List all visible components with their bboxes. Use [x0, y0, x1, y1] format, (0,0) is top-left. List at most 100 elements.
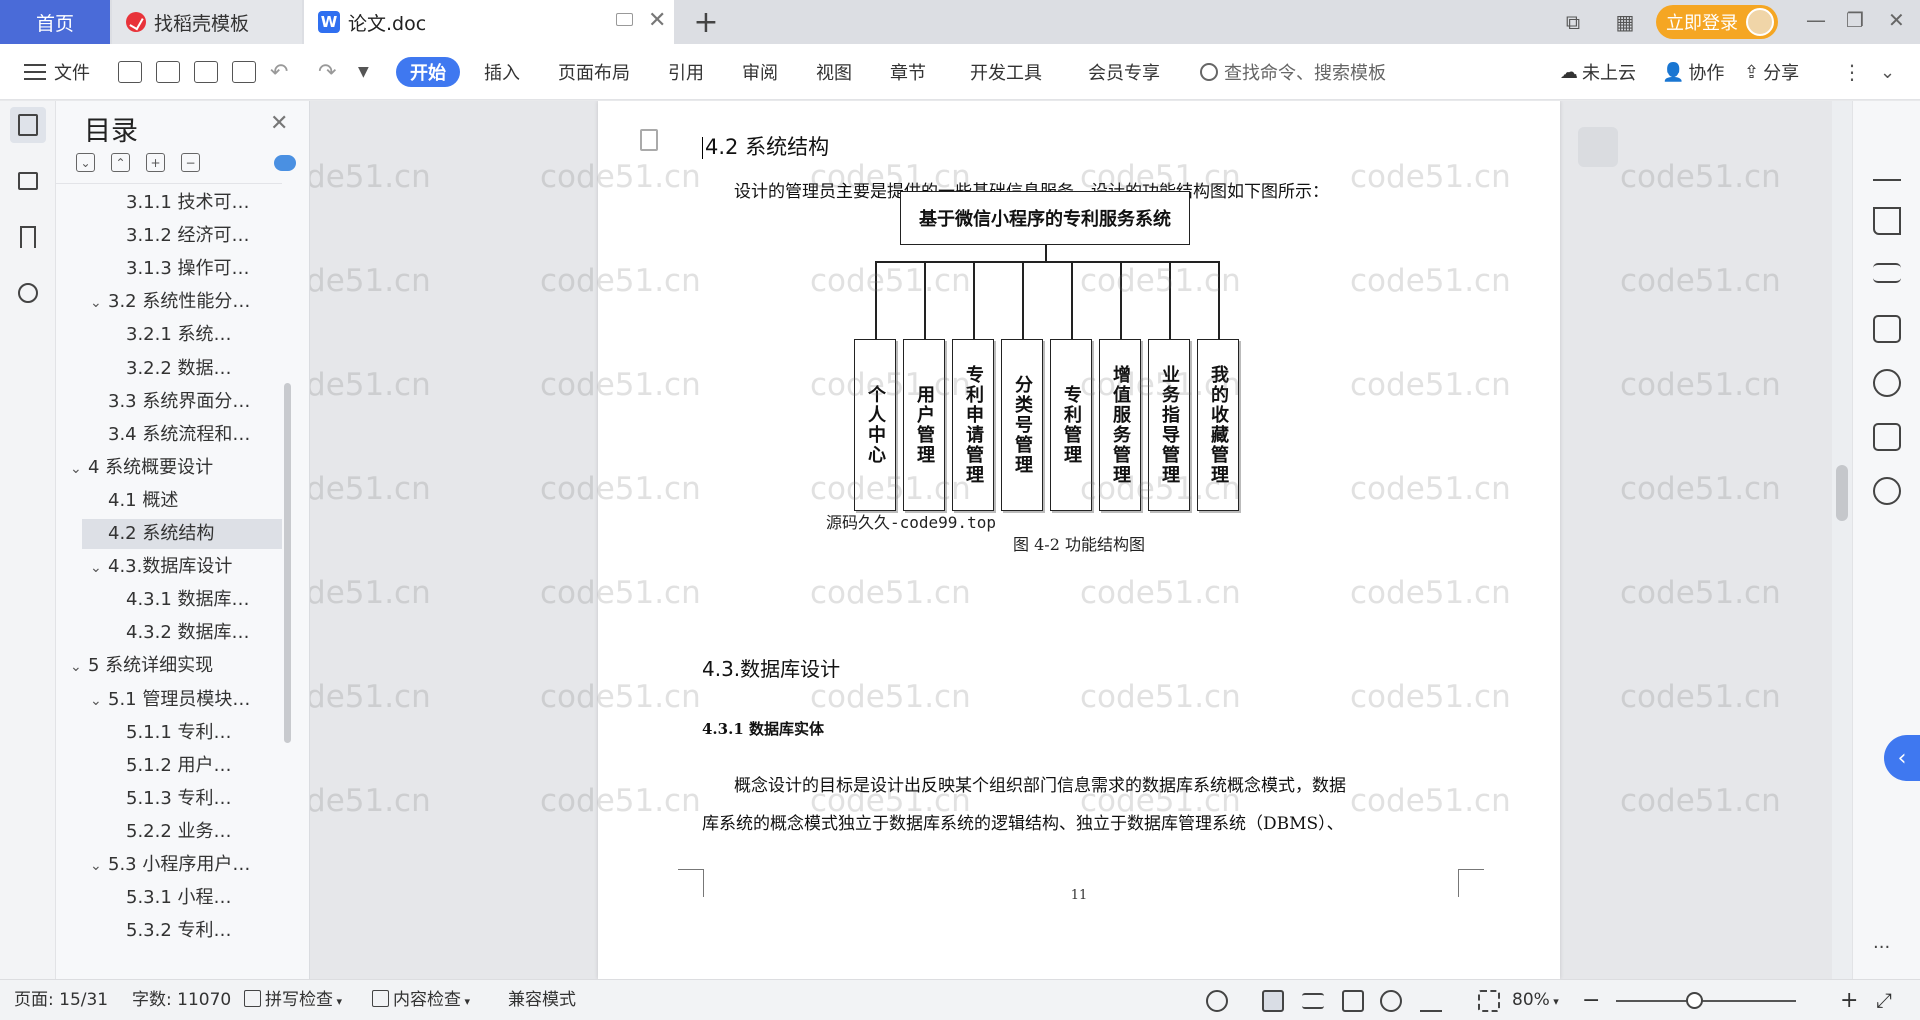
tab-docer-templates[interactable]: 找稻壳模板: [112, 0, 302, 44]
print-button[interactable]: [194, 44, 218, 100]
tab-document[interactable]: W 论文.doc ✕: [304, 0, 674, 44]
ai-assistant-icon[interactable]: [1873, 369, 1901, 397]
print-preview-button[interactable]: [232, 44, 256, 100]
tab-references[interactable]: 引用: [668, 44, 704, 100]
toc-item[interactable]: 5.1.2 用户…: [56, 751, 282, 781]
tab-home[interactable]: 首页: [0, 0, 110, 44]
more-tools-icon[interactable]: ···: [1873, 937, 1890, 958]
zoom-slider[interactable]: [1616, 1000, 1796, 1002]
toc-item[interactable]: 5.3.1 小程…: [56, 883, 282, 913]
heading-4-3[interactable]: 4.3.数据库设计: [702, 653, 840, 682]
add-heading-icon[interactable]: +: [146, 153, 165, 172]
document-page[interactable]: 4.2 系统结构 设计的管理员主要是提供的一些基础信息服务。设计的功能结构图如下…: [598, 101, 1560, 979]
apps-grid-icon[interactable]: ▦: [1608, 9, 1642, 35]
smart-tools-icon[interactable]: [1873, 315, 1901, 343]
toc-item[interactable]: ⌄ 5 系统详细实现: [56, 651, 282, 681]
redo-button[interactable]: ↷: [318, 44, 336, 100]
close-window-icon[interactable]: ✕: [1888, 8, 1905, 32]
toc-item[interactable]: 4.1 概述: [56, 486, 282, 516]
spell-check-button[interactable]: 拼写检查 ▾: [244, 980, 342, 1020]
zoom-out-button[interactable]: −: [1582, 980, 1600, 1020]
tab-chapter[interactable]: 章节: [890, 44, 926, 100]
tab-developer[interactable]: 开发工具: [970, 44, 1042, 100]
tab-view[interactable]: 视图: [816, 44, 852, 100]
chevron-down-icon[interactable]: ⌄: [90, 686, 108, 715]
outline-view-icon[interactable]: [1302, 993, 1324, 1009]
collapse-all-icon[interactable]: ⌃: [111, 153, 130, 172]
export-button[interactable]: [156, 44, 180, 100]
tab-member[interactable]: 会员专享: [1088, 44, 1160, 100]
select-cursor-icon[interactable]: [1873, 207, 1901, 235]
scrollbar-thumb[interactable]: [1836, 465, 1848, 521]
chevron-down-icon[interactable]: ⌄: [90, 553, 108, 582]
expand-all-icon[interactable]: ⌄: [76, 153, 95, 172]
login-button[interactable]: 立即登录: [1656, 5, 1778, 39]
toc-item[interactable]: 3.4 系统流程和…: [56, 420, 282, 450]
toc-item[interactable]: 3.1.1 技术可…: [56, 188, 282, 218]
tab-review[interactable]: 审阅: [742, 44, 778, 100]
toc-item[interactable]: ⌄ 5.3 小程序用户…: [56, 850, 282, 880]
page-view-icon[interactable]: [1262, 990, 1284, 1012]
cloud-status-button[interactable]: ☁ 未上云: [1560, 44, 1636, 100]
eye-protection-icon[interactable]: [1206, 990, 1228, 1012]
body-paragraph-line-2[interactable]: 库系统的概念模式独立于数据库系统的逻辑结构、独立于数据库管理系统（DBMS）、: [702, 809, 1344, 834]
heading-4-2[interactable]: 4.2 系统结构: [702, 131, 829, 161]
collapse-ribbon-icon[interactable]: ⌄: [1880, 44, 1895, 100]
quick-access-dropdown-icon[interactable]: ▼: [358, 44, 369, 100]
bookmark-button[interactable]: [10, 219, 46, 255]
close-toc-icon[interactable]: ✕: [270, 111, 288, 136]
content-check-button[interactable]: 内容检查 ▾: [372, 980, 470, 1020]
toc-item[interactable]: 3.1.2 经济可…: [56, 221, 282, 251]
word-count[interactable]: 字数: 11070: [132, 980, 231, 1020]
restore-icon[interactable]: ❐: [1846, 8, 1864, 32]
close-tab-icon[interactable]: ✕: [648, 8, 666, 33]
tab-home-ribbon[interactable]: 开始: [396, 57, 460, 87]
chevron-down-icon[interactable]: ⌄: [90, 288, 108, 317]
toc-item[interactable]: 4.3.1 数据库…: [56, 585, 282, 615]
minimize-icon[interactable]: —: [1806, 8, 1826, 32]
fit-page-icon[interactable]: [1478, 990, 1500, 1012]
toc-scrollbar[interactable]: [284, 383, 291, 743]
toc-item[interactable]: 3.3 系统界面分…: [56, 387, 282, 417]
read-view-icon[interactable]: [1342, 990, 1364, 1012]
page-indicator[interactable]: 页面: 15/31: [14, 980, 108, 1020]
toc-item[interactable]: 5.3.2 专利…: [56, 916, 282, 946]
toc-item[interactable]: ⌄ 4.3.数据库设计: [56, 552, 282, 582]
toc-item[interactable]: 3.1.3 操作可…: [56, 254, 282, 284]
tab-page-layout[interactable]: 页面布局: [558, 44, 630, 100]
chevron-down-icon[interactable]: ⌄: [90, 851, 108, 880]
toc-item[interactable]: 5.1.3 专利…: [56, 784, 282, 814]
zoom-level-dropdown[interactable]: 80% ▾: [1512, 980, 1559, 1020]
monitor-icon[interactable]: [616, 13, 633, 26]
find-button[interactable]: [10, 275, 46, 311]
toc-item[interactable]: ⌄ 4 系统概要设计: [56, 453, 282, 483]
canvas-side-toggle[interactable]: [1578, 127, 1618, 167]
toc-more-icon[interactable]: [274, 155, 296, 171]
share-button[interactable]: ⇪ 分享: [1744, 44, 1799, 100]
undo-button[interactable]: ↶: [270, 44, 288, 100]
zoom-slider-knob[interactable]: [1686, 992, 1703, 1009]
layout-icon[interactable]: ⧉: [1556, 9, 1590, 35]
toc-panel-button[interactable]: [10, 107, 46, 143]
toc-item[interactable]: ⌄ 5.1 管理员模块…: [56, 685, 282, 715]
zoom-in-button[interactable]: +: [1840, 980, 1858, 1020]
toc-item[interactable]: 3.2.1 系统…: [56, 320, 282, 350]
vertical-scrollbar[interactable]: [1832, 101, 1852, 979]
reading-mode-icon[interactable]: [1873, 423, 1901, 451]
tab-insert[interactable]: 插入: [484, 44, 520, 100]
save-button[interactable]: [118, 44, 142, 100]
toc-item[interactable]: 4.3.2 数据库…: [56, 618, 282, 648]
pen-icon[interactable]: [1873, 153, 1901, 181]
more-options-icon[interactable]: ⋮: [1842, 44, 1862, 100]
navigation-button[interactable]: [10, 163, 46, 199]
fullscreen-icon[interactable]: ⤢: [1876, 980, 1892, 1020]
command-search[interactable]: 查找命令、搜索模板: [1200, 44, 1386, 100]
chevron-down-icon[interactable]: ⌄: [70, 652, 88, 681]
toc-item[interactable]: 5.1.1 专利…: [56, 718, 282, 748]
toc-item[interactable]: 4.2 系统结构: [82, 519, 282, 549]
help-icon[interactable]: [1873, 477, 1901, 505]
toc-item[interactable]: ⌄ 3.2 系统性能分…: [56, 287, 282, 317]
file-menu[interactable]: 文件: [24, 44, 90, 100]
adjust-sliders-icon[interactable]: [1873, 263, 1901, 283]
web-view-icon[interactable]: [1380, 990, 1402, 1012]
